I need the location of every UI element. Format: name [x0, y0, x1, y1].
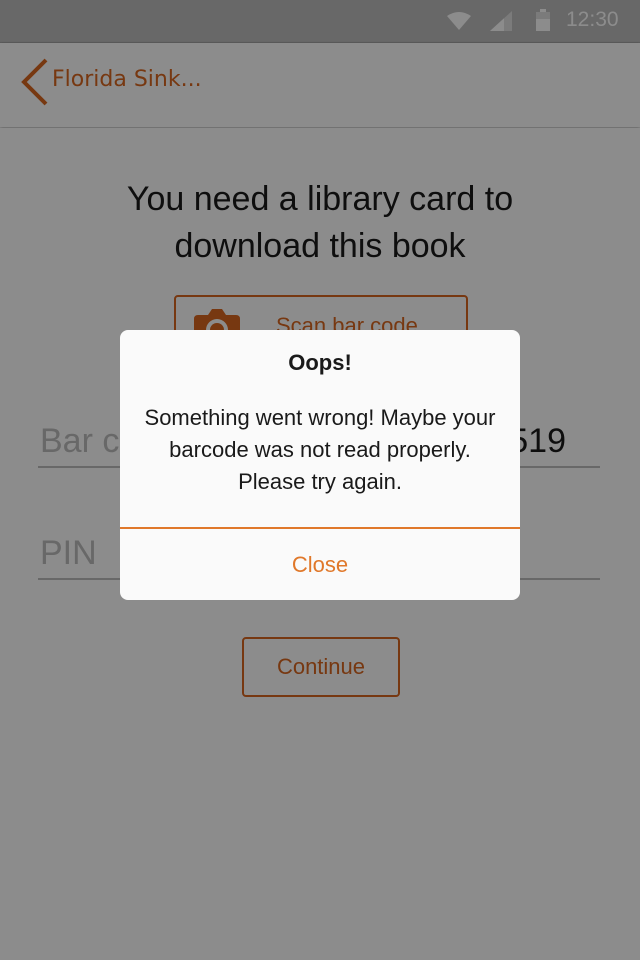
dialog-title: Oops! — [288, 350, 352, 375]
dialog-close-button[interactable]: Close — [120, 529, 520, 600]
dialog-message: Something went wrong! Maybe your barcode… — [144, 405, 496, 494]
error-dialog: Oops! Something went wrong! Maybe your b… — [120, 330, 520, 600]
